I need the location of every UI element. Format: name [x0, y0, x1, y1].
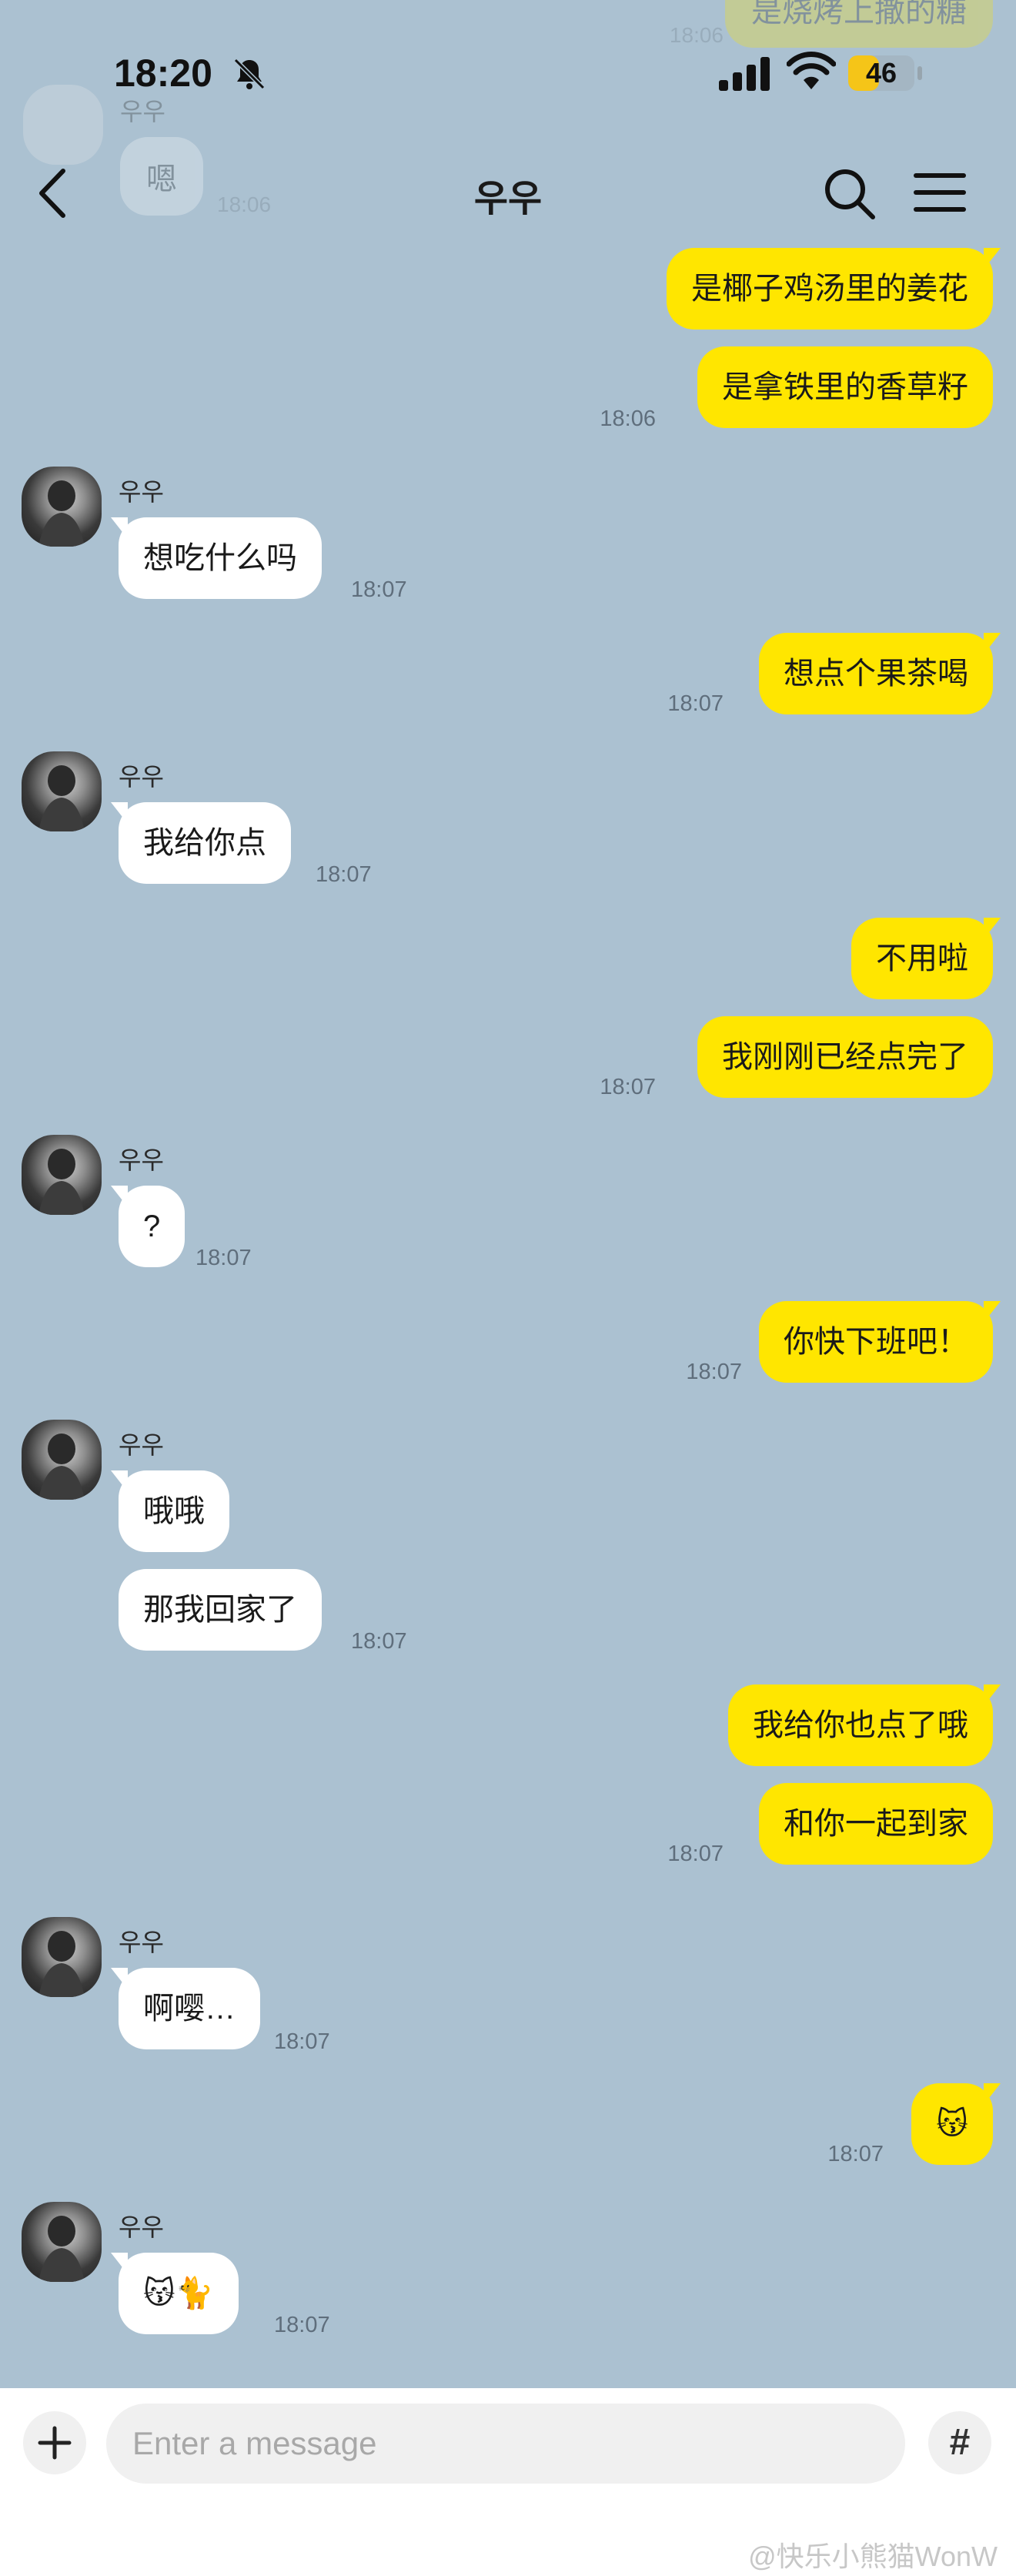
avatar-figure-icon	[38, 765, 85, 831]
message-bubble-sent[interactable]: 和你一起到家	[759, 1783, 993, 1865]
message-bubble-sent[interactable]: 是椰子鸡汤里的姜花	[667, 248, 1001, 330]
avatar[interactable]	[22, 751, 102, 831]
message-input-wrapper	[106, 2404, 988, 2484]
message-input[interactable]	[132, 2404, 825, 2484]
message-bubble-received[interactable]: 那我回家了	[119, 1569, 322, 1651]
bell-slash-icon	[233, 58, 266, 90]
message-bubble-sent[interactable]: 😽	[911, 2083, 1001, 2165]
message-time: 18:07	[316, 862, 372, 887]
avatar[interactable]	[22, 1135, 102, 1215]
hashtag-button[interactable]: #	[928, 2411, 991, 2474]
sender-name: 우우	[119, 1146, 164, 1174]
message-time: 18:06	[600, 406, 656, 431]
message-bubble-received[interactable]: 想吃什么吗	[111, 517, 322, 599]
message-bubble-sent[interactable]: 不用啦	[851, 918, 1001, 999]
avatar[interactable]	[22, 2202, 102, 2282]
message-bubble-received[interactable]: 我给你点	[111, 802, 291, 884]
message-time: 18:07	[274, 2029, 330, 2054]
search-icon[interactable]	[820, 165, 877, 222]
sender-name: 우우	[119, 1431, 164, 1459]
avatar-figure-icon	[38, 480, 85, 547]
message-bubble-sent[interactable]: 你快下班吧！	[759, 1301, 1001, 1383]
message-time: 18:07	[667, 691, 724, 716]
message-time: 18:07	[351, 577, 407, 602]
message-time: 18:07	[196, 1246, 252, 1270]
avatar-figure-icon	[38, 1931, 85, 1997]
chat-header: 우우	[0, 146, 1016, 239]
avatar[interactable]	[22, 1917, 102, 1997]
battery-cap	[917, 66, 922, 80]
avatar[interactable]	[22, 1420, 102, 1500]
attach-button[interactable]	[23, 2411, 86, 2474]
cellular-signal-icon	[719, 57, 770, 91]
message-bubble-sent[interactable]: 是拿铁里的香草籽	[697, 346, 993, 428]
sender-name: 우우	[119, 478, 164, 506]
watermark: @快乐小熊猫WonW	[748, 2541, 998, 2572]
message-time: 18:07	[686, 1360, 742, 1384]
sender-name: 우우	[119, 1929, 164, 1956]
message-time: 18:07	[274, 2313, 330, 2337]
sender-name: 우우	[119, 2213, 164, 2241]
status-time: 18:20	[114, 52, 212, 95]
message-bubble-sent[interactable]: 我给你也点了哦	[728, 1684, 1001, 1766]
message-time: 18:07	[600, 1075, 656, 1099]
message-bubble-received[interactable]: 😽🐈	[111, 2253, 239, 2334]
battery-level-text: 46	[865, 57, 897, 89]
message-time: 18:07	[667, 1842, 724, 1866]
plus-icon	[38, 2426, 72, 2460]
message-bubble-sent[interactable]: 我刚刚已经点完了	[697, 1016, 993, 1098]
menu-icon[interactable]	[913, 169, 967, 216]
sender-name: 우우	[119, 763, 164, 791]
message-bubble-sent[interactable]: 想点个果茶喝	[759, 633, 1001, 714]
avatar-figure-icon	[38, 2216, 85, 2282]
message-bubble-received[interactable]: 哦哦	[111, 1470, 229, 1552]
wifi-icon	[787, 52, 836, 89]
status-bar: 18:20 46	[0, 0, 1016, 146]
message-time: 18:07	[827, 2142, 884, 2166]
message-bubble-received[interactable]: 啊嘤…	[111, 1968, 260, 2049]
message-bubble-received[interactable]: ?	[110, 1186, 185, 1267]
battery-indicator: 46	[848, 55, 914, 91]
avatar-figure-icon	[38, 1434, 85, 1500]
avatar-figure-icon	[38, 1149, 85, 1215]
message-time: 18:07	[351, 1629, 407, 1654]
avatar[interactable]	[22, 467, 102, 547]
